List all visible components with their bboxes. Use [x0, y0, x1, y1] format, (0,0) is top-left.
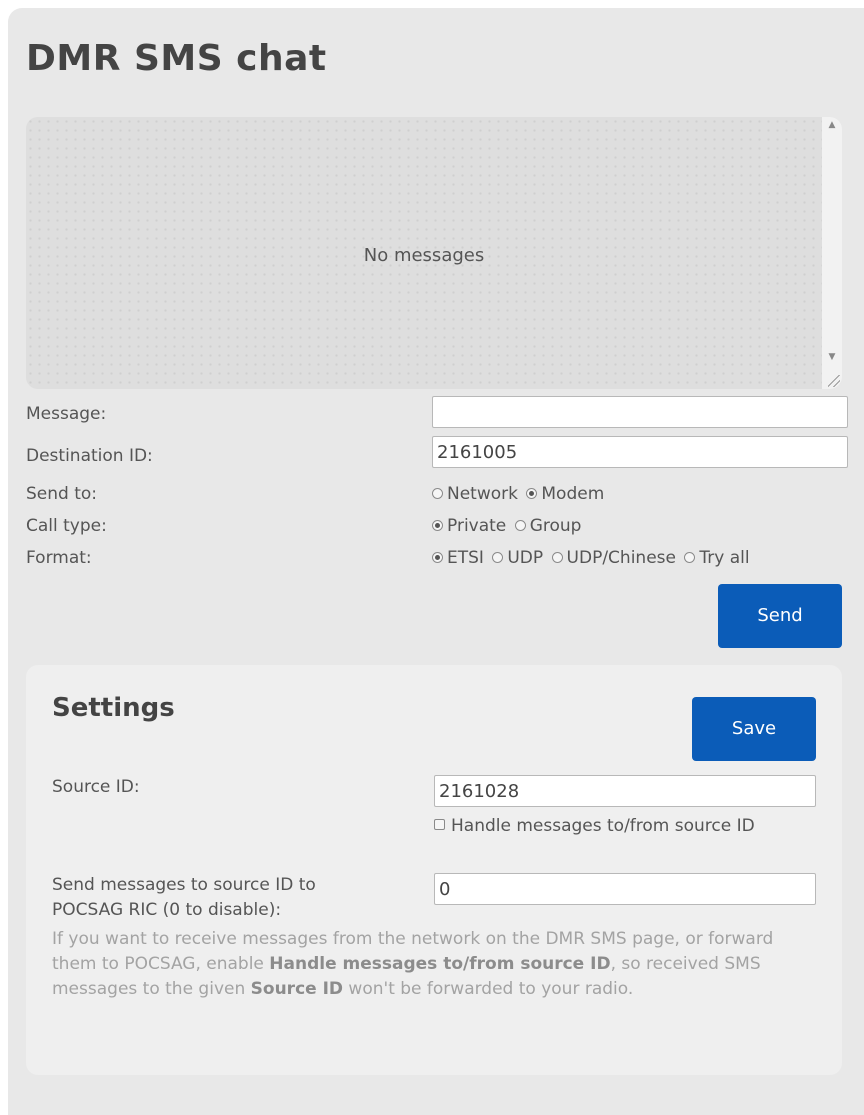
format-udp-option[interactable]: UDP	[492, 548, 543, 568]
send-to-network-option[interactable]: Network	[432, 484, 518, 504]
radio-group[interactable]	[514, 520, 526, 531]
format-label: Format:	[26, 548, 92, 568]
pocsag-ric-label: Send messages to source ID to POCSAG RIC…	[52, 875, 316, 920]
call-type-group-option[interactable]: Group	[514, 516, 581, 536]
radio-try-all[interactable]	[684, 552, 696, 563]
radio-udp[interactable]	[492, 552, 504, 563]
radio-udp-chinese[interactable]	[551, 552, 563, 563]
send-to-modem-option[interactable]: Modem	[526, 484, 604, 504]
destination-id-input[interactable]	[432, 436, 848, 468]
format-radio-group: ETSI UDP UDP/Chinese Try all	[432, 548, 753, 568]
call-type-radio-group: Private Group	[432, 516, 584, 536]
scroll-down-icon[interactable]: ▼	[822, 349, 842, 365]
send-to-label: Send to:	[26, 484, 98, 504]
radio-etsi[interactable]	[432, 552, 443, 563]
resize-grip-icon[interactable]	[828, 375, 840, 387]
format-try-all-option[interactable]: Try all	[684, 548, 750, 568]
scroll-up-icon[interactable]: ▲	[822, 117, 842, 133]
radio-private[interactable]	[432, 520, 443, 531]
settings-card: Settings Save Source ID: Handle messages…	[26, 665, 842, 1075]
radio-network[interactable]	[432, 488, 443, 499]
call-type-private-option[interactable]: Private	[432, 516, 506, 536]
settings-title: Settings	[52, 693, 175, 723]
handle-messages-checkbox[interactable]	[434, 819, 445, 830]
handle-messages-option[interactable]: Handle messages to/from source ID	[434, 813, 814, 839]
page-title: DMR SMS chat	[26, 38, 327, 79]
message-input[interactable]	[432, 396, 848, 428]
handle-messages-label: Handle messages to/from source ID	[451, 816, 755, 836]
pocsag-ric-input[interactable]	[434, 873, 816, 905]
send-button[interactable]: Send	[718, 584, 842, 648]
source-id-label: Source ID:	[52, 777, 140, 797]
message-label: Message:	[26, 404, 107, 424]
save-button[interactable]: Save	[692, 697, 816, 761]
call-type-label: Call type:	[26, 516, 107, 536]
send-to-radio-group: Network Modem	[432, 484, 607, 504]
radio-modem[interactable]	[526, 488, 538, 499]
format-udp-chinese-option[interactable]: UDP/Chinese	[551, 548, 676, 568]
settings-help-text: If you want to receive messages from the…	[52, 929, 774, 999]
chat-scrollbar[interactable]: ▲ ▼	[822, 117, 842, 389]
format-etsi-option[interactable]: ETSI	[432, 548, 484, 568]
chat-empty-text: No messages	[363, 245, 485, 266]
destination-id-label: Destination ID:	[26, 446, 153, 466]
source-id-input[interactable]	[434, 775, 816, 807]
chat-messages-area[interactable]: No messages ▲ ▼	[26, 117, 842, 389]
